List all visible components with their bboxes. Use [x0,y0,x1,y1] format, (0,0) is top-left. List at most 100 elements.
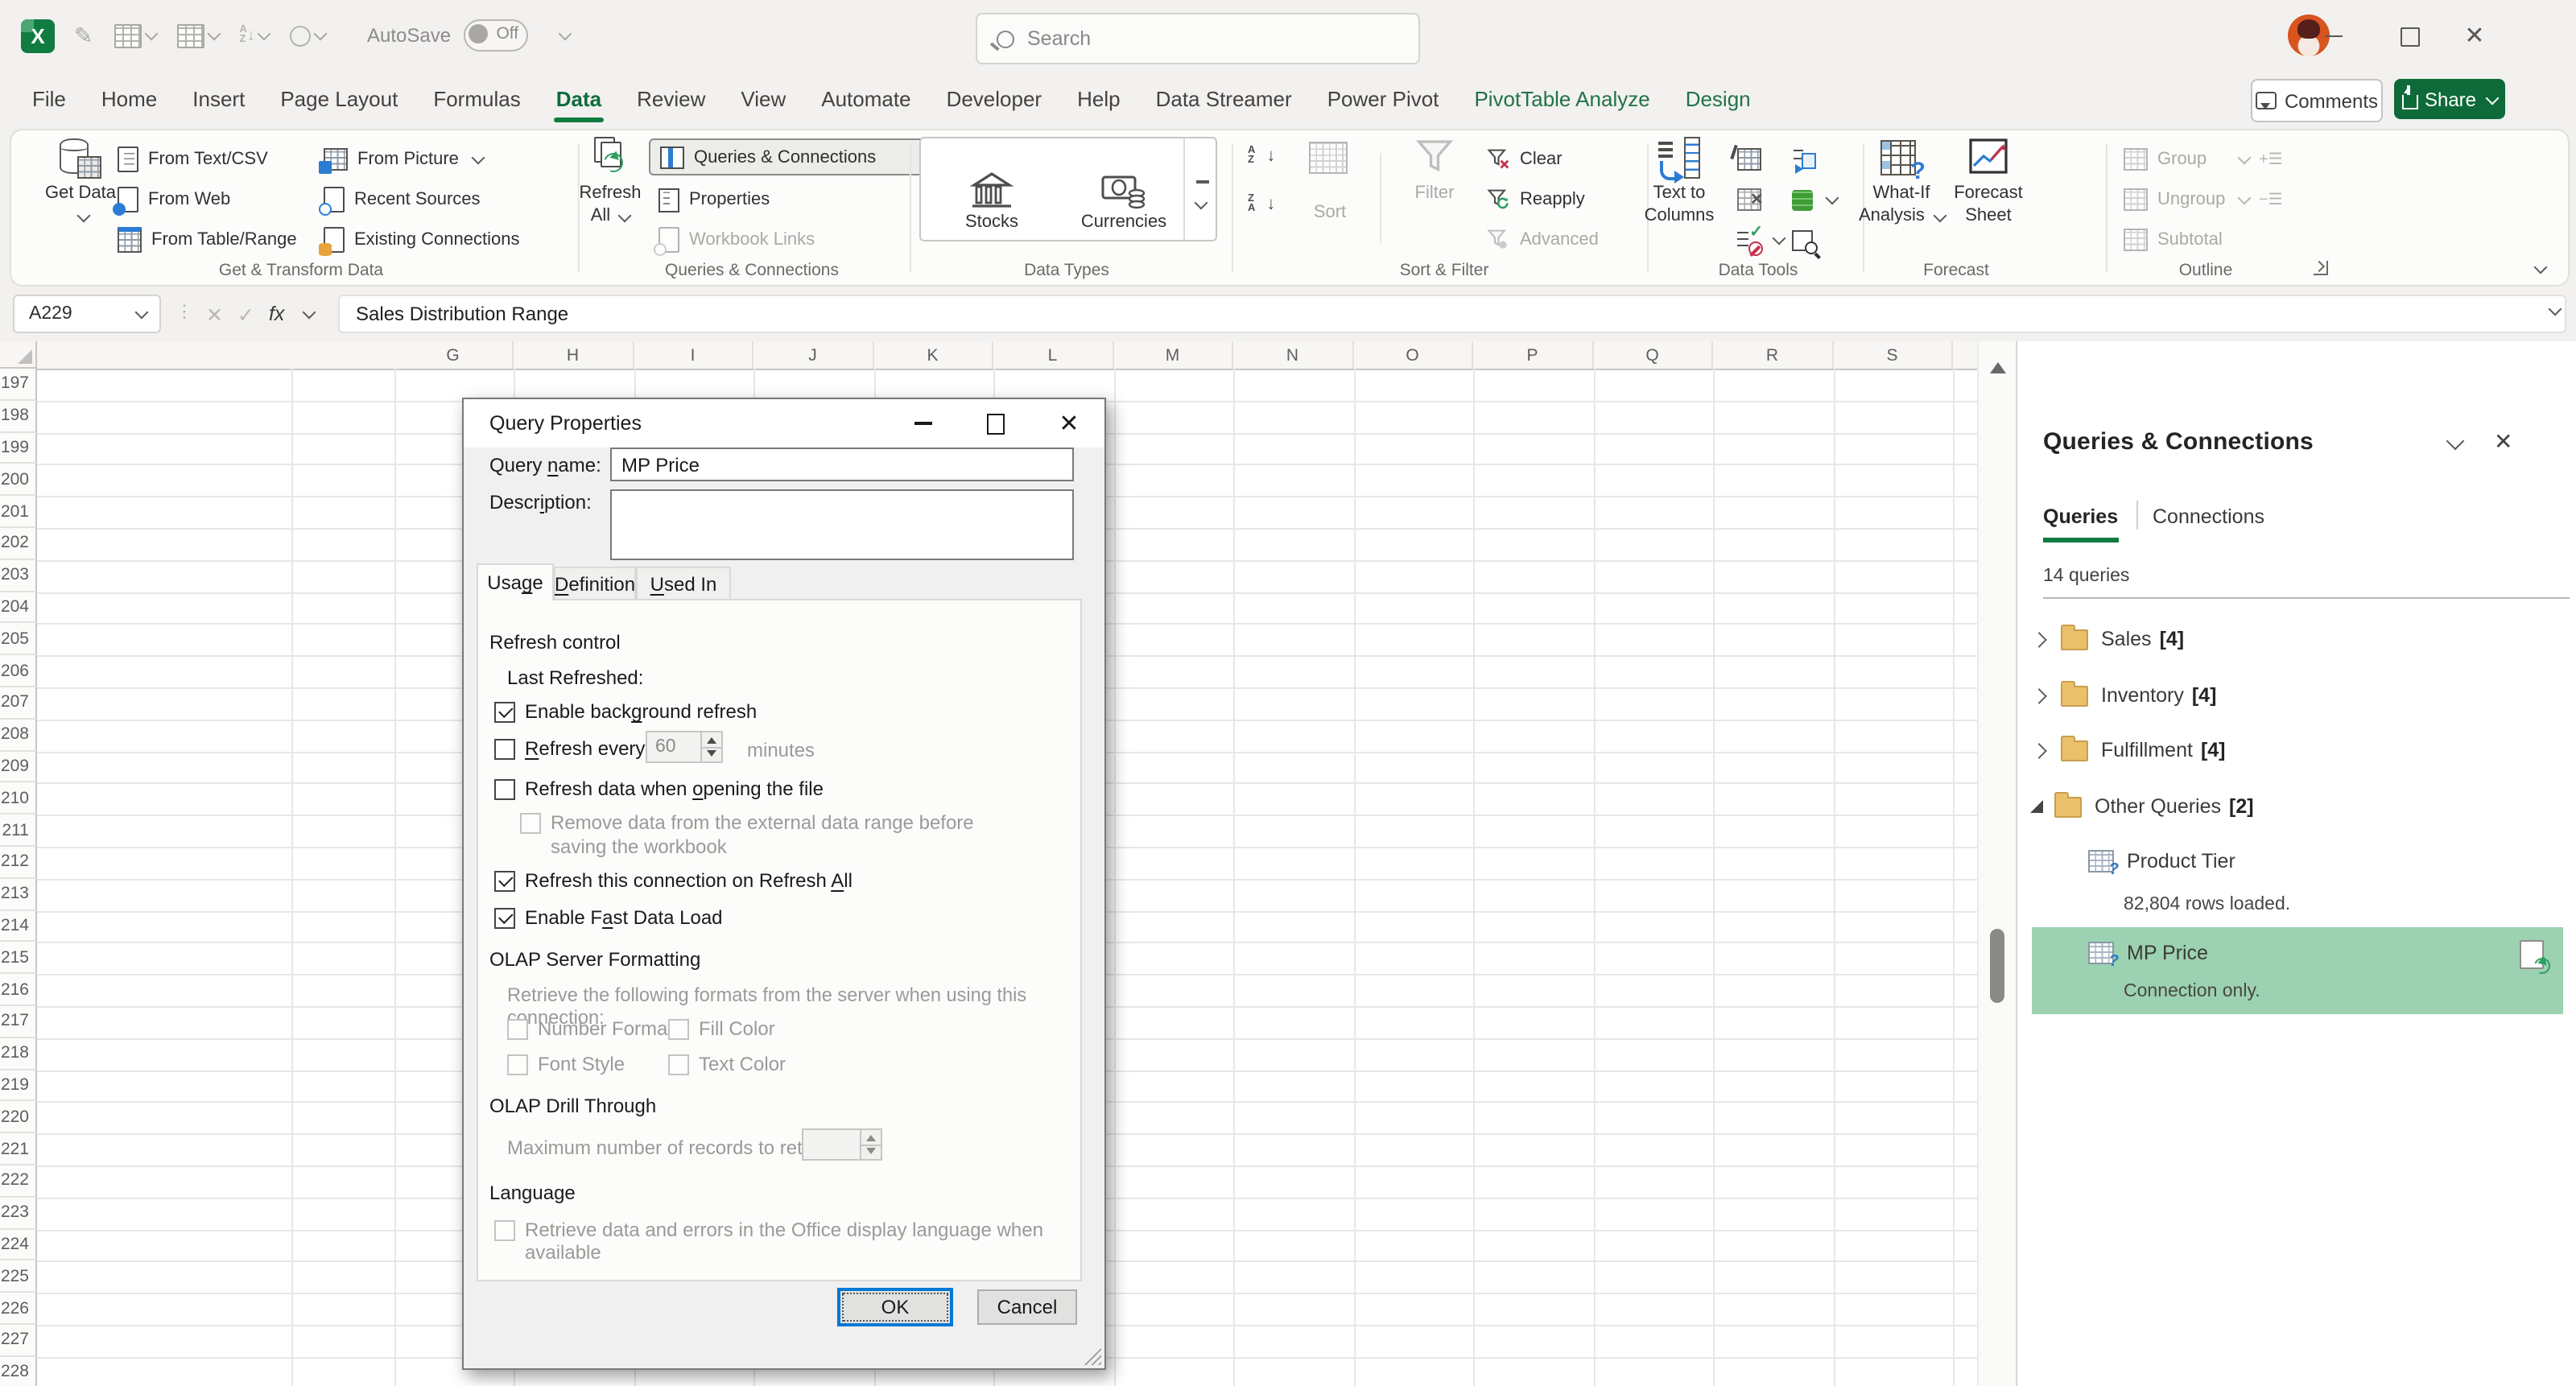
tab-usage[interactable]: Usage [477,563,554,600]
query-name-input[interactable]: MP Price [610,448,1074,481]
get-data-button[interactable]: Get Data [37,137,124,253]
query-refresh-icon[interactable] [2520,940,2544,969]
tab-used-in[interactable]: Used In [636,567,731,600]
query-item-product-tier[interactable]: Product Tier [2088,844,2576,879]
search-input[interactable]: Search [976,13,1420,64]
tab-formulas[interactable]: Formulas [415,72,538,126]
row-header[interactable]: 219 [0,1070,37,1102]
ok-button[interactable]: OK [837,1288,953,1326]
row-header[interactable]: 204 [0,592,37,624]
tab-data-streamer[interactable]: Data Streamer [1138,72,1310,126]
column-header[interactable]: G [394,341,514,369]
row-header[interactable]: 211 [0,815,37,847]
expand-icon[interactable] [2031,631,2047,647]
tab-page-layout[interactable]: Page Layout [262,72,415,126]
minimize-button[interactable] [2306,0,2360,72]
panel-tab-queries[interactable]: Queries [2043,505,2118,528]
flash-fill-button[interactable] [1737,142,1761,177]
tab-automate[interactable]: Automate [803,72,928,126]
refresh-every-checkbox[interactable]: Refresh every [494,737,645,760]
stocks-data-type[interactable]: Stocks [931,145,1053,232]
tree-item-inventory[interactable]: Inventory[4] [2017,668,2576,723]
tab-file[interactable]: File [14,72,84,126]
comments-button[interactable]: Comments [2251,79,2383,122]
row-header[interactable]: 199 [0,432,37,464]
column-header[interactable]: M [1113,341,1233,369]
formula-input[interactable]: Sales Distribution Range [338,295,2566,333]
scroll-up-icon[interactable] [1990,354,2006,373]
expand-icon[interactable] [2031,687,2047,703]
column-header[interactable]: O [1353,341,1473,369]
tab-definition[interactable]: Definition [554,567,636,600]
panel-chevron-down-icon[interactable] [2446,432,2465,451]
close-button[interactable]: ✕ [2447,0,2502,72]
row-header[interactable]: 228 [0,1357,37,1386]
tree-item-fulfillment[interactable]: Fulfillment[4] [2017,723,2576,778]
relationships-button[interactable] [1792,222,1814,258]
row-header[interactable]: 203 [0,560,37,592]
dialog-title-bar[interactable]: Query Properties ✕ [464,399,1104,448]
column-header[interactable]: Q [1593,341,1713,369]
row-header[interactable]: 206 [0,655,37,687]
excel-logo-icon[interactable]: X [21,19,55,53]
row-header[interactable]: 198 [0,401,37,433]
refresh-on-refresh-all-checkbox[interactable]: Refresh this connection on Refresh All [494,869,852,892]
namebox-divider[interactable]: ⋮ [175,301,193,322]
tab-power-pivot[interactable]: Power Pivot [1310,72,1457,126]
collapse-ribbon-icon[interactable] [2534,261,2548,274]
expand-icon[interactable] [2031,742,2047,758]
column-header[interactable]: S [1833,341,1953,369]
from-web-button[interactable]: From Web [118,182,230,217]
from-picture-button[interactable]: From Picture [324,142,483,177]
enable-background-refresh-checkbox[interactable]: Enable background refresh [494,700,757,723]
tab-home[interactable]: Home [84,72,175,126]
sort-ascending-button[interactable]: AZ↓ [1248,138,1275,174]
dialog-close-button[interactable]: ✕ [1037,399,1101,448]
existing-connections-button[interactable]: Existing Connections [324,222,519,258]
autosave-control[interactable]: AutoSave Off [367,19,570,52]
cancel-entry-icon[interactable]: ✕ [206,302,223,326]
row-header[interactable]: 216 [0,974,37,1006]
collapse-icon[interactable] [2030,800,2043,813]
column-header[interactable]: J [753,341,873,369]
what-if-analysis-button[interactable]: ? What-IfAnalysis [1856,137,1946,253]
row-header[interactable]: 208 [0,720,37,752]
tab-view[interactable]: View [723,72,803,126]
scrollbar-thumb[interactable] [1990,929,2004,1003]
remove-duplicates-button[interactable]: ✕ [1737,182,1761,217]
from-table-range-button[interactable]: From Table/Range [118,222,297,258]
row-header[interactable]: 209 [0,751,37,783]
row-header[interactable]: 225 [0,1261,37,1293]
queries-connections-button[interactable]: Queries & Connections [649,138,948,175]
cancel-button[interactable]: Cancel [977,1289,1077,1325]
fx-dropdown-icon[interactable] [302,306,316,320]
currencies-data-type[interactable]: Currencies [1063,145,1185,232]
forecast-sheet-button[interactable]: ForecastSheet [1946,137,2030,253]
clear-filter-button[interactable]: Clear [1486,142,1563,177]
row-header[interactable]: 210 [0,783,37,815]
row-header[interactable]: 221 [0,1133,37,1165]
table-icon[interactable] [114,23,155,47]
recent-sources-button[interactable]: Recent Sources [324,182,481,217]
consolidate-button[interactable] [1792,142,1816,177]
share-button[interactable]: Share [2394,79,2505,119]
row-header[interactable]: 227 [0,1325,37,1357]
outline-dialog-launcher-icon[interactable] [2314,261,2328,275]
dialog-maximize-button[interactable] [963,399,1027,448]
tab-data[interactable]: Data [539,72,619,126]
refresh-on-open-checkbox[interactable]: Refresh data when opening the file [494,778,824,800]
row-header[interactable]: 226 [0,1293,37,1325]
tab-design[interactable]: Design [1668,72,1769,126]
column-header[interactable]: P [1473,341,1593,369]
row-header[interactable]: 205 [0,624,37,656]
tab-help[interactable]: Help [1059,72,1138,126]
tab-developer[interactable]: Developer [929,72,1060,126]
column-header[interactable]: H [514,341,634,369]
row-header[interactable]: 200 [0,464,37,497]
panel-close-icon[interactable]: ✕ [2494,428,2512,456]
data-validation-button[interactable]: ✓ [1737,222,1784,258]
confirm-entry-icon[interactable]: ✓ [237,302,254,326]
row-header[interactable]: 207 [0,687,37,720]
column-header[interactable]: N [1233,341,1353,369]
tab-pivottable-analyze[interactable]: PivotTable Analyze [1456,72,1667,126]
